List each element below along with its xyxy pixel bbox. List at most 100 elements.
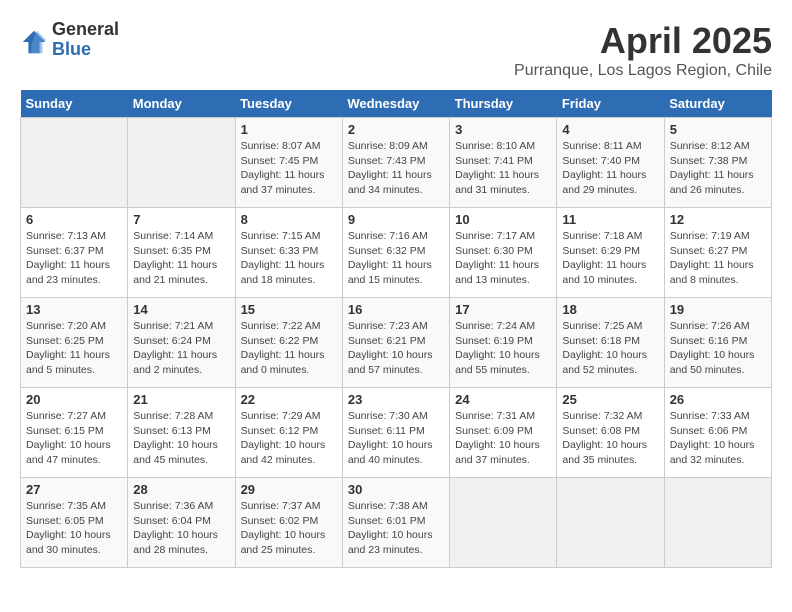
- logo-general: General: [52, 20, 119, 40]
- day-number: 1: [241, 122, 337, 137]
- day-cell: 8 Sunrise: 7:15 AMSunset: 6:33 PMDaylight…: [235, 208, 342, 298]
- day-number: 23: [348, 392, 444, 407]
- header-tuesday: Tuesday: [235, 90, 342, 118]
- day-number: 22: [241, 392, 337, 407]
- logo: General Blue: [20, 20, 119, 60]
- day-detail: Sunrise: 7:15 AMSunset: 6:33 PMDaylight:…: [241, 229, 337, 288]
- day-cell: 25Sunrise: 7:32 AMSunset: 6:08 PMDayligh…: [557, 388, 664, 478]
- day-detail: Sunrise: 7:31 AMSunset: 6:09 PMDaylight:…: [455, 409, 551, 468]
- day-detail: Sunrise: 8:07 AMSunset: 7:45 PMDaylight:…: [241, 139, 337, 198]
- day-cell: 4 Sunrise: 8:11 AMSunset: 7:40 PMDaylight…: [557, 118, 664, 208]
- day-cell: [664, 478, 771, 568]
- day-cell: [557, 478, 664, 568]
- day-cell: 15Sunrise: 7:22 AMSunset: 6:22 PMDayligh…: [235, 298, 342, 388]
- day-detail: Sunrise: 7:19 AMSunset: 6:27 PMDaylight:…: [670, 229, 766, 288]
- day-detail: Sunrise: 7:13 AMSunset: 6:37 PMDaylight:…: [26, 229, 122, 288]
- day-detail: Sunrise: 7:25 AMSunset: 6:18 PMDaylight:…: [562, 319, 658, 378]
- day-detail: Sunrise: 7:23 AMSunset: 6:21 PMDaylight:…: [348, 319, 444, 378]
- day-cell: 13 Sunrise: 7:20 AMSunset: 6:25 PMDayligh…: [21, 298, 128, 388]
- day-cell: 7Sunrise: 7:14 AMSunset: 6:35 PMDaylight…: [128, 208, 235, 298]
- day-number: 20: [26, 392, 122, 407]
- header-thursday: Thursday: [450, 90, 557, 118]
- header-friday: Friday: [557, 90, 664, 118]
- header-monday: Monday: [128, 90, 235, 118]
- day-detail: Sunrise: 7:36 AMSunset: 6:04 PMDaylight:…: [133, 499, 229, 558]
- week-row-3: 13 Sunrise: 7:20 AMSunset: 6:25 PMDayligh…: [21, 298, 772, 388]
- day-detail: Sunrise: 7:37 AMSunset: 6:02 PMDaylight:…: [241, 499, 337, 558]
- day-number: 4: [562, 122, 658, 137]
- day-detail: Sunrise: 7:22 AMSunset: 6:22 PMDaylight:…: [241, 319, 337, 378]
- day-cell: 28 Sunrise: 7:36 AMSunset: 6:04 PMDayligh…: [128, 478, 235, 568]
- day-number: 18: [562, 302, 658, 317]
- day-cell: 2Sunrise: 8:09 AMSunset: 7:43 PMDaylight…: [342, 118, 449, 208]
- day-number: 28: [133, 482, 229, 497]
- week-row-5: 27 Sunrise: 7:35 AMSunset: 6:05 PMDayligh…: [21, 478, 772, 568]
- day-number: 8: [241, 212, 337, 227]
- day-number: 6: [26, 212, 122, 227]
- day-cell: 22Sunrise: 7:29 AMSunset: 6:12 PMDayligh…: [235, 388, 342, 478]
- day-cell: 23 Sunrise: 7:30 AMSunset: 6:11 PMDayligh…: [342, 388, 449, 478]
- day-detail: Sunrise: 7:20 AMSunset: 6:25 PMDaylight:…: [26, 319, 122, 378]
- calendar-table: SundayMondayTuesdayWednesdayThursdayFrid…: [20, 90, 772, 568]
- week-row-1: 1 Sunrise: 8:07 AMSunset: 7:45 PMDaylight…: [21, 118, 772, 208]
- day-number: 7: [133, 212, 229, 227]
- day-cell: 17 Sunrise: 7:24 AMSunset: 6:19 PMDayligh…: [450, 298, 557, 388]
- day-cell: [128, 118, 235, 208]
- day-number: 27: [26, 482, 122, 497]
- day-number: 13: [26, 302, 122, 317]
- day-cell: 27 Sunrise: 7:35 AMSunset: 6:05 PMDayligh…: [21, 478, 128, 568]
- day-cell: 29 Sunrise: 7:37 AMSunset: 6:02 PMDayligh…: [235, 478, 342, 568]
- day-number: 19: [670, 302, 766, 317]
- header-sunday: Sunday: [21, 90, 128, 118]
- logo-text: General Blue: [52, 20, 119, 60]
- day-cell: 6 Sunrise: 7:13 AMSunset: 6:37 PMDaylight…: [21, 208, 128, 298]
- title-block: April 2025 Purranque, Los Lagos Region, …: [514, 20, 772, 80]
- day-detail: Sunrise: 7:38 AMSunset: 6:01 PMDaylight:…: [348, 499, 444, 558]
- day-number: 5: [670, 122, 766, 137]
- day-number: 29: [241, 482, 337, 497]
- day-cell: 12 Sunrise: 7:19 AMSunset: 6:27 PMDayligh…: [664, 208, 771, 298]
- day-detail: Sunrise: 7:21 AMSunset: 6:24 PMDaylight:…: [133, 319, 229, 378]
- day-cell: 11 Sunrise: 7:18 AMSunset: 6:29 PMDayligh…: [557, 208, 664, 298]
- week-row-4: 20 Sunrise: 7:27 AMSunset: 6:15 PMDayligh…: [21, 388, 772, 478]
- day-cell: 30 Sunrise: 7:38 AMSunset: 6:01 PMDayligh…: [342, 478, 449, 568]
- day-number: 3: [455, 122, 551, 137]
- day-detail: Sunrise: 7:16 AMSunset: 6:32 PMDaylight:…: [348, 229, 444, 288]
- day-cell: 10Sunrise: 7:17 AMSunset: 6:30 PMDayligh…: [450, 208, 557, 298]
- day-number: 14: [133, 302, 229, 317]
- day-detail: Sunrise: 7:27 AMSunset: 6:15 PMDaylight:…: [26, 409, 122, 468]
- day-detail: Sunrise: 7:35 AMSunset: 6:05 PMDaylight:…: [26, 499, 122, 558]
- day-number: 30: [348, 482, 444, 497]
- header-wednesday: Wednesday: [342, 90, 449, 118]
- page-header: General Blue April 2025 Purranque, Los L…: [20, 20, 772, 80]
- logo-icon: [20, 28, 48, 56]
- day-cell: 26Sunrise: 7:33 AMSunset: 6:06 PMDayligh…: [664, 388, 771, 478]
- header-row: SundayMondayTuesdayWednesdayThursdayFrid…: [21, 90, 772, 118]
- day-cell: 19 Sunrise: 7:26 AMSunset: 6:16 PMDayligh…: [664, 298, 771, 388]
- day-number: 9: [348, 212, 444, 227]
- day-number: 21: [133, 392, 229, 407]
- day-detail: Sunrise: 7:17 AMSunset: 6:30 PMDaylight:…: [455, 229, 551, 288]
- header-saturday: Saturday: [664, 90, 771, 118]
- day-number: 16: [348, 302, 444, 317]
- day-cell: [21, 118, 128, 208]
- calendar-header: SundayMondayTuesdayWednesdayThursdayFrid…: [21, 90, 772, 118]
- day-detail: Sunrise: 7:26 AMSunset: 6:16 PMDaylight:…: [670, 319, 766, 378]
- day-cell: 5Sunrise: 8:12 AMSunset: 7:38 PMDaylight…: [664, 118, 771, 208]
- day-cell: 1 Sunrise: 8:07 AMSunset: 7:45 PMDaylight…: [235, 118, 342, 208]
- day-number: 11: [562, 212, 658, 227]
- day-detail: Sunrise: 8:10 AMSunset: 7:41 PMDaylight:…: [455, 139, 551, 198]
- day-detail: Sunrise: 8:11 AMSunset: 7:40 PMDaylight:…: [562, 139, 658, 198]
- day-number: 26: [670, 392, 766, 407]
- week-row-2: 6 Sunrise: 7:13 AMSunset: 6:37 PMDaylight…: [21, 208, 772, 298]
- day-cell: 24Sunrise: 7:31 AMSunset: 6:09 PMDayligh…: [450, 388, 557, 478]
- day-number: 12: [670, 212, 766, 227]
- day-detail: Sunrise: 7:32 AMSunset: 6:08 PMDaylight:…: [562, 409, 658, 468]
- calendar-title: April 2025: [514, 20, 772, 62]
- day-detail: Sunrise: 7:24 AMSunset: 6:19 PMDaylight:…: [455, 319, 551, 378]
- day-detail: Sunrise: 8:09 AMSunset: 7:43 PMDaylight:…: [348, 139, 444, 198]
- day-number: 17: [455, 302, 551, 317]
- day-detail: Sunrise: 7:18 AMSunset: 6:29 PMDaylight:…: [562, 229, 658, 288]
- day-detail: Sunrise: 7:30 AMSunset: 6:11 PMDaylight:…: [348, 409, 444, 468]
- day-cell: 18 Sunrise: 7:25 AMSunset: 6:18 PMDayligh…: [557, 298, 664, 388]
